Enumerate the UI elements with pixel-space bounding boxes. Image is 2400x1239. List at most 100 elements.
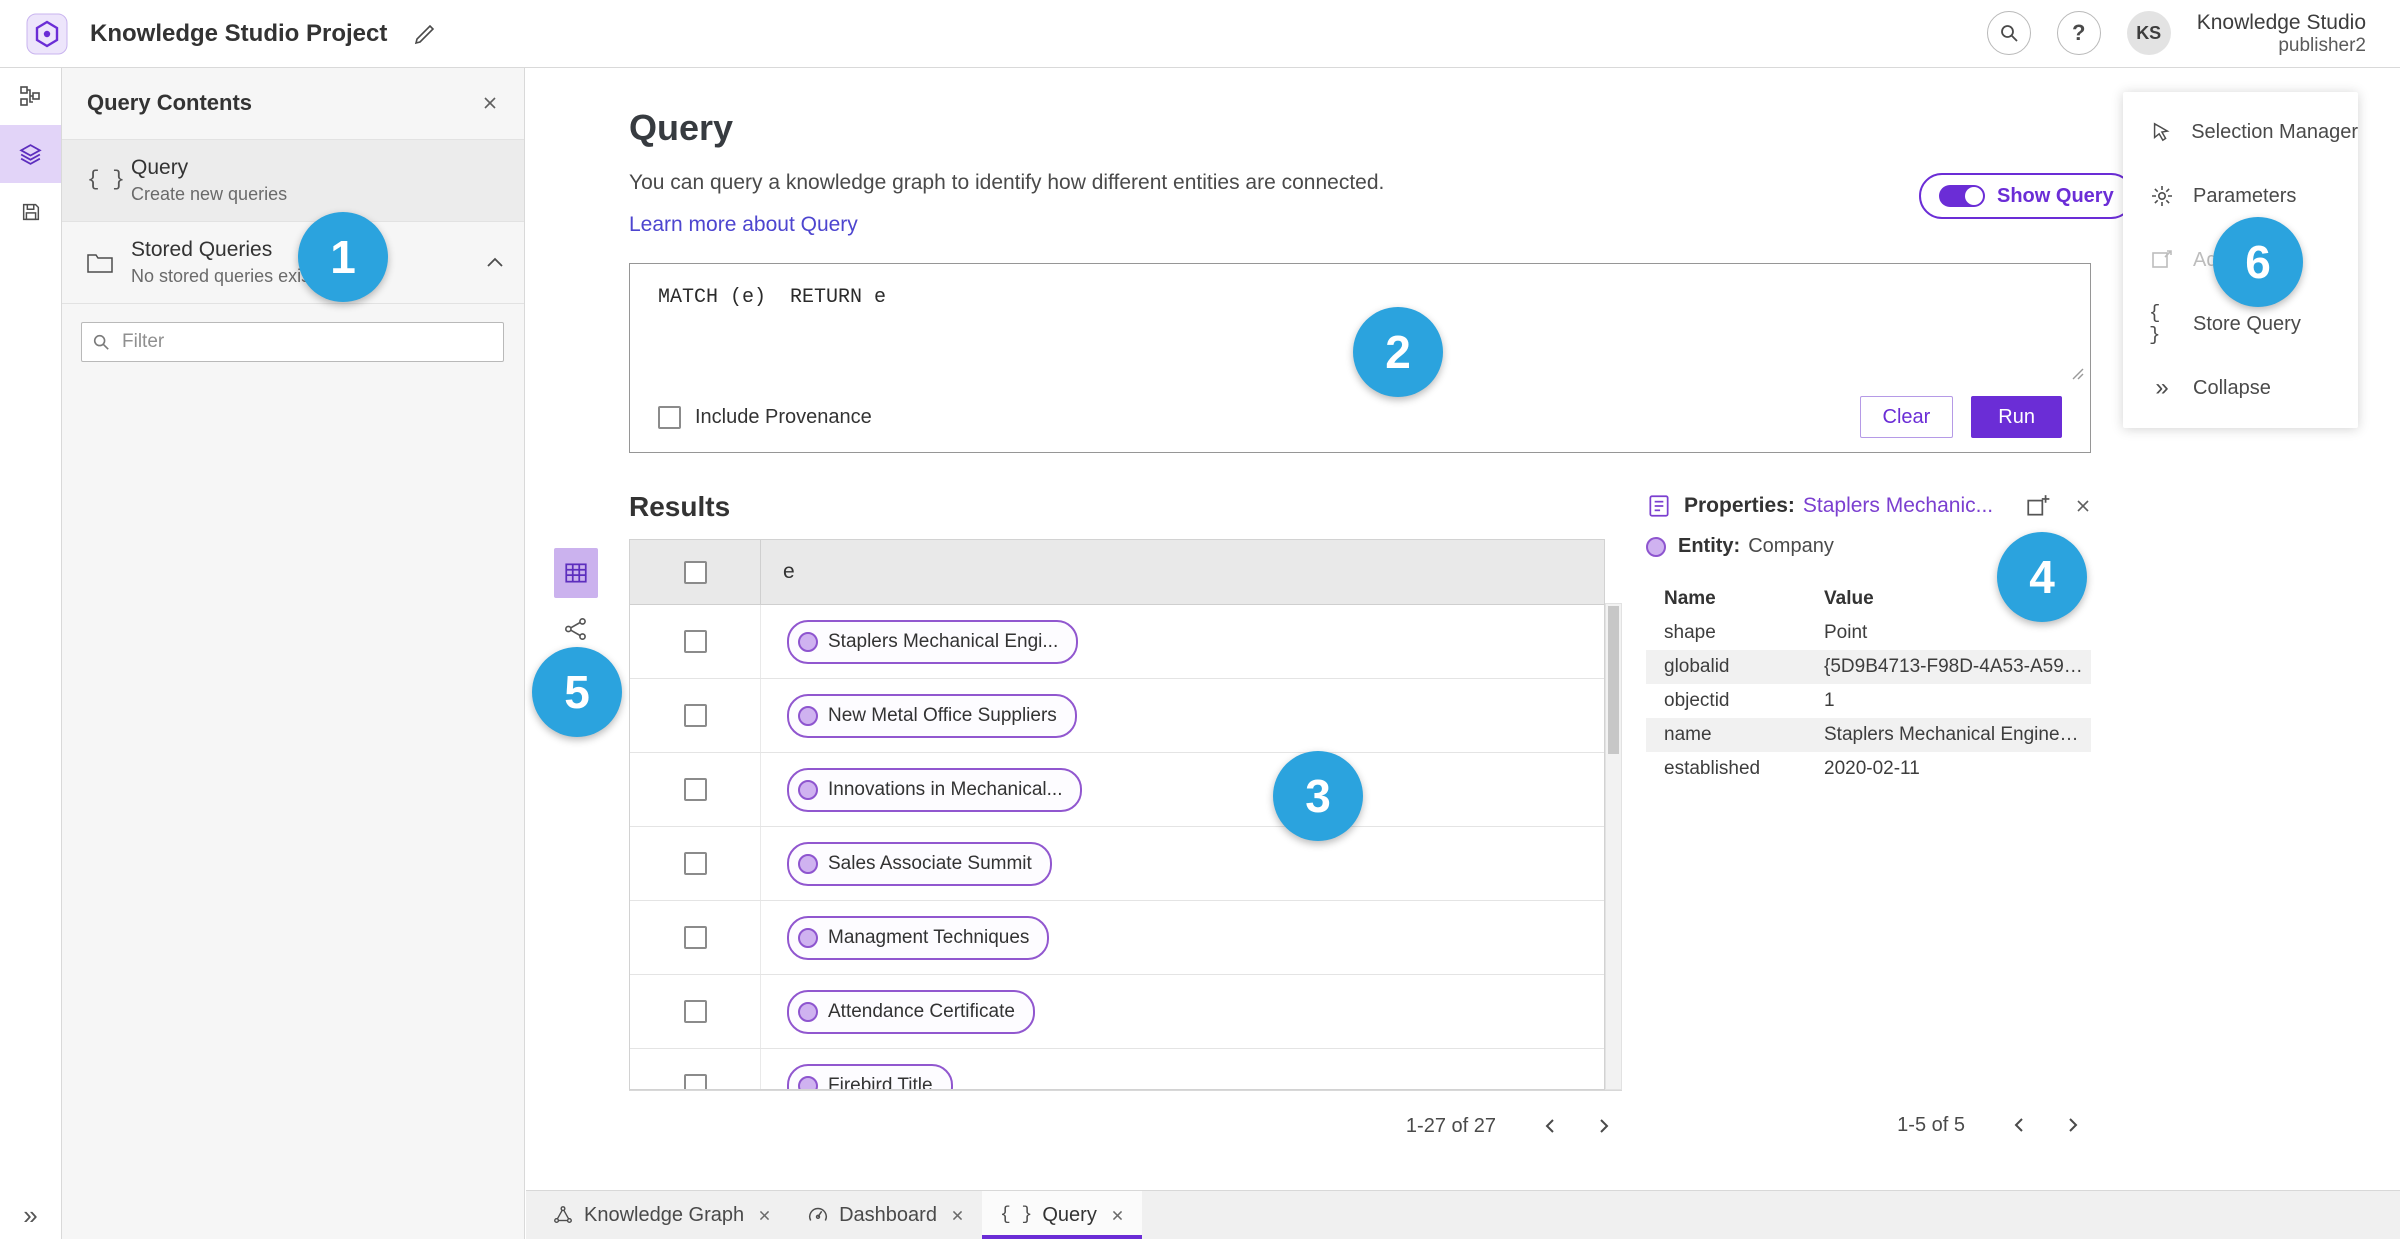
row-checkbox[interactable] — [683, 704, 707, 727]
properties-next-page-button[interactable] — [2053, 1106, 2091, 1144]
table-view-button[interactable] — [554, 548, 598, 598]
clear-button[interactable]: Clear — [1859, 396, 1954, 438]
run-button[interactable]: Run — [1971, 396, 2062, 438]
chevron-up-icon[interactable] — [486, 257, 504, 269]
row-checkbox[interactable] — [683, 852, 707, 875]
selected-entity-link[interactable]: Staplers Mechanic... — [1803, 494, 1993, 518]
main-area: Query You can query a knowledge graph to… — [526, 67, 2400, 1191]
tab-label: Dashboard — [839, 1203, 937, 1226]
collapse-item[interactable]: » Collapse — [2123, 356, 2358, 420]
help-icon: ? — [2071, 20, 2086, 46]
annotation-circle-3: 3 — [1273, 751, 1363, 841]
entity-dot-icon — [798, 705, 818, 726]
annotation-circle-2: 2 — [1353, 307, 1443, 397]
entity-pill[interactable]: Sales Associate Summit — [787, 841, 1052, 886]
property-name: shape — [1664, 622, 1716, 643]
resize-grip-icon[interactable] — [2070, 366, 2084, 380]
query-editor-text[interactable]: MATCH (e) RETURN e — [658, 286, 886, 309]
tab-dashboard[interactable]: Dashboard — [789, 1191, 982, 1239]
results-prev-page-button[interactable] — [1532, 1107, 1570, 1145]
table-icon — [563, 560, 589, 586]
results-next-page-button[interactable] — [1584, 1107, 1622, 1145]
results-table: e Staplers Mechanical Engi... New Metal … — [629, 539, 1605, 1090]
graph-view-button[interactable] — [563, 616, 589, 642]
table-row: Sales Associate Summit — [630, 827, 1604, 901]
project-title: Knowledge Studio Project — [90, 19, 388, 47]
entity-pill[interactable]: Attendance Certificate — [787, 989, 1035, 1034]
include-provenance-label: Include Provenance — [695, 405, 872, 428]
query-item-title: Query — [131, 156, 189, 179]
entity-dot-icon — [798, 631, 818, 652]
close-tab-icon[interactable] — [951, 1209, 964, 1222]
entity-pill[interactable]: New Metal Office Suppliers — [787, 693, 1077, 738]
close-tab-icon[interactable] — [1111, 1209, 1124, 1222]
parameters-item[interactable]: Parameters — [2123, 164, 2358, 228]
selection-manager-icon — [2149, 121, 2173, 143]
row-checkbox[interactable] — [683, 630, 707, 653]
results-scrollbar[interactable] — [1605, 603, 1622, 1090]
user-role: publisher2 — [2278, 34, 2366, 56]
properties-header: Properties: Staplers Mechanic... — [1646, 493, 2091, 519]
properties-label: Properties: — [1684, 494, 1795, 517]
row-checkbox[interactable] — [683, 1000, 707, 1023]
page-description: You can query a knowledge graph to ident… — [629, 171, 1385, 194]
selection-manager-item[interactable]: Selection Manager — [2123, 100, 2358, 164]
rail-collapse-button[interactable]: » — [0, 1200, 61, 1231]
filter-input[interactable] — [120, 330, 493, 354]
top-bar: Knowledge Studio Project ? KS Knowledge … — [0, 0, 2400, 68]
row-checkbox[interactable] — [683, 778, 707, 801]
table-row: Firebird Title — [630, 1049, 1604, 1089]
include-provenance-checkbox[interactable] — [658, 405, 681, 429]
rail-item-layers[interactable] — [0, 125, 61, 183]
help-button[interactable]: ? — [2056, 11, 2101, 56]
entity-pill[interactable]: Firebird Title — [787, 1063, 953, 1089]
tab-knowledge-graph[interactable]: Knowledge Graph — [534, 1191, 789, 1239]
row-checkbox[interactable] — [683, 926, 707, 949]
results-heading: Results — [629, 491, 731, 522]
entity-label: New Metal Office Suppliers — [828, 704, 1057, 726]
table-row: Staplers Mechanical Engi... — [630, 605, 1604, 679]
entity-pill[interactable]: Innovations in Mechanical... — [787, 767, 1083, 812]
tab-query[interactable]: { } Query — [981, 1191, 1142, 1239]
search-button[interactable] — [1986, 11, 2031, 56]
edit-title-icon[interactable] — [413, 22, 437, 46]
contents-item-query[interactable]: { } Query Create new queries — [61, 140, 524, 222]
braces-icon: { } — [87, 169, 125, 192]
entity-label: Staplers Mechanical Engi... — [828, 630, 1059, 652]
row-checkbox[interactable] — [683, 1074, 707, 1089]
table-row: Innovations in Mechanical... — [630, 753, 1604, 827]
close-properties-icon[interactable] — [2075, 498, 2091, 514]
entity-dot-icon — [1646, 536, 1666, 557]
entity-pill[interactable]: Staplers Mechanical Engi... — [787, 619, 1079, 664]
results-view-toggles — [554, 548, 598, 642]
entity-dot-icon — [798, 779, 818, 800]
column-header-e: e — [783, 560, 795, 583]
avatar[interactable]: KS — [2126, 11, 2171, 56]
show-query-label: Show Query — [1997, 184, 2114, 207]
show-query-toggle[interactable]: Show Query — [1919, 173, 2134, 219]
tool-label: Store Query — [2193, 312, 2301, 335]
user-info: Knowledge Studio publisher2 — [2197, 10, 2366, 58]
results-page-range: 1-27 of 27 — [1405, 1114, 1496, 1137]
graph-icon — [563, 616, 589, 642]
rail-item-save[interactable] — [0, 183, 61, 241]
folder-icon — [87, 252, 131, 274]
property-row: shape Point — [1646, 616, 2091, 650]
add-to-selection-icon[interactable] — [2025, 493, 2051, 519]
entity-label: Managment Techniques — [828, 926, 1030, 948]
scrollbar-thumb[interactable] — [1608, 606, 1619, 754]
properties-prev-page-button[interactable] — [2001, 1106, 2039, 1144]
rail-item-hierarchy[interactable] — [0, 67, 61, 125]
add-to-map-icon — [2149, 248, 2175, 272]
left-icon-rail: » — [0, 67, 62, 1239]
save-icon — [20, 201, 42, 223]
results-table-header: e — [630, 540, 1604, 605]
close-tab-icon[interactable] — [758, 1209, 771, 1222]
select-all-checkbox[interactable] — [683, 560, 707, 584]
contents-item-stored-queries[interactable]: Stored Queries No stored queries exist — [61, 222, 524, 304]
query-item-subtitle: Create new queries — [131, 184, 288, 204]
learn-more-link[interactable]: Learn more about Query — [629, 213, 858, 237]
entity-pill[interactable]: Managment Techniques — [787, 915, 1050, 960]
close-panel-icon[interactable] — [482, 95, 498, 111]
table-row: New Metal Office Suppliers — [630, 679, 1604, 753]
